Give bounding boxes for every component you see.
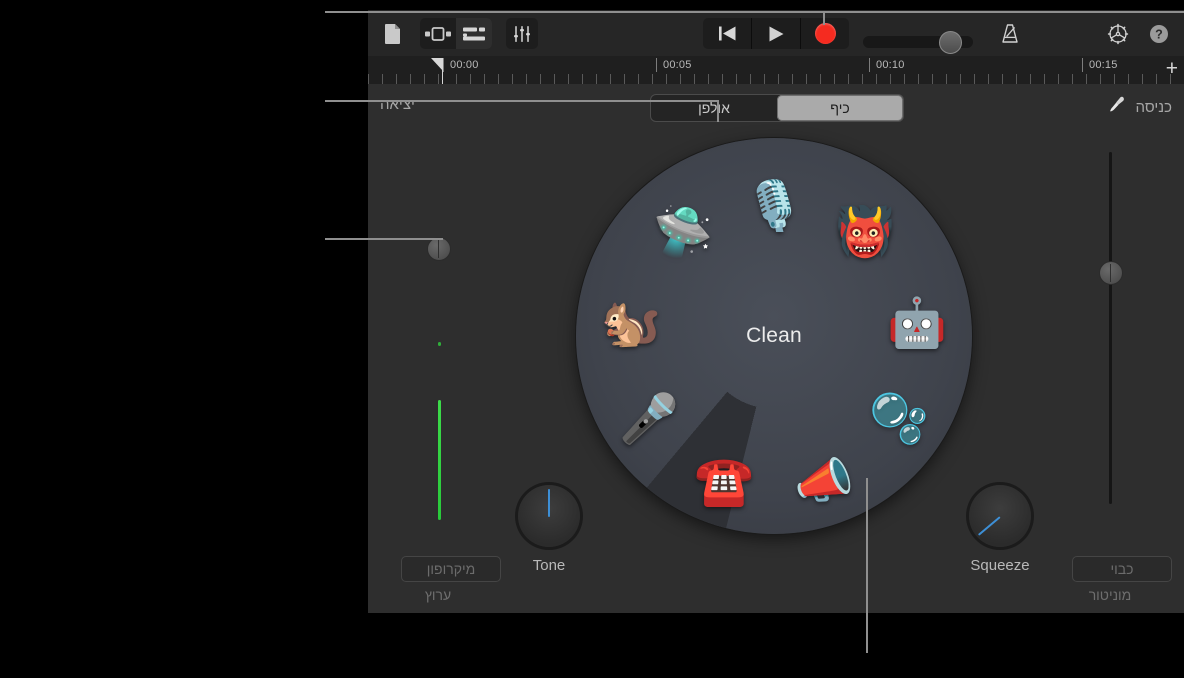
tone-knob-group: Tone bbox=[509, 485, 589, 574]
squeeze-knob-label: Squeeze bbox=[970, 557, 1030, 574]
master-volume-slider[interactable] bbox=[863, 31, 973, 54]
input-fader[interactable] bbox=[418, 152, 458, 524]
main-panel: Clean 🎙️ 👹 🤖 🫧 📣 ☎️ 🎤 🐿️ 🛸 Tone Squeeze bbox=[368, 130, 1184, 613]
instrument-view-button[interactable] bbox=[420, 18, 456, 49]
ruler-label: 00:00 bbox=[443, 58, 479, 72]
record-dot-icon bbox=[814, 23, 836, 44]
tone-knob[interactable] bbox=[518, 485, 580, 547]
output-strip-header: יציאה bbox=[380, 96, 415, 114]
tracks-view-button[interactable] bbox=[456, 18, 492, 49]
callout-record-line bbox=[823, 11, 825, 25]
master-volume-thumb[interactable] bbox=[938, 31, 962, 54]
settings-button[interactable] bbox=[1102, 18, 1134, 49]
callout-tabs-stem bbox=[717, 100, 719, 122]
tab-studio[interactable]: אולפן bbox=[651, 95, 777, 121]
callout-tabs-line bbox=[325, 100, 719, 102]
input-strip-header: כניסה bbox=[1109, 96, 1172, 119]
tab-fun[interactable]: כיף bbox=[777, 95, 903, 121]
output-fader-thumb[interactable] bbox=[1099, 261, 1123, 285]
effects-wheel[interactable]: Clean 🎙️ 👹 🤖 🫧 📣 ☎️ 🎤 🐿️ 🛸 bbox=[576, 138, 972, 534]
toolbar: ? bbox=[368, 10, 1184, 57]
ruler-label: 00:10 bbox=[869, 58, 905, 72]
gear-icon bbox=[1107, 23, 1129, 45]
document-button[interactable] bbox=[378, 18, 408, 49]
wheel-item-alien[interactable]: 🛸 bbox=[644, 194, 722, 272]
document-icon bbox=[385, 23, 401, 44]
wheel-item-bubbles[interactable]: 🫧 bbox=[860, 381, 938, 459]
help-button[interactable]: ? bbox=[1144, 18, 1174, 49]
record-button[interactable] bbox=[801, 18, 849, 49]
tone-knob-indicator bbox=[548, 489, 550, 517]
callout-toolbar-line bbox=[325, 11, 1184, 13]
timeline-ruler[interactable]: 00:00 00:05 00:10 00:15 + bbox=[368, 56, 1184, 85]
microphone-button[interactable]: מיקרופון bbox=[401, 556, 501, 582]
play-button[interactable] bbox=[752, 18, 801, 49]
metronome-icon bbox=[1000, 24, 1020, 43]
rewind-button[interactable] bbox=[703, 18, 752, 49]
rewind-icon bbox=[718, 26, 736, 41]
wheel-item-megaphone[interactable]: 📣 bbox=[785, 443, 863, 521]
view-toggle-group bbox=[420, 18, 492, 49]
metronome-button[interactable] bbox=[994, 18, 1026, 49]
faders-icon bbox=[513, 25, 531, 42]
wheel-item-clean[interactable]: 🎙️ bbox=[735, 168, 813, 246]
wheel-item-monster[interactable]: 👹 bbox=[826, 194, 904, 272]
ruler-label: 00:15 bbox=[1082, 58, 1118, 72]
add-section-button[interactable]: + bbox=[1166, 58, 1178, 79]
wheel-item-chipmunk[interactable]: 🐿️ bbox=[592, 285, 670, 363]
squeeze-knob-group: Squeeze bbox=[960, 485, 1040, 574]
monitor-button[interactable]: כבוי bbox=[1072, 556, 1172, 582]
callout-fader-line bbox=[325, 238, 443, 240]
wheel-item-karaoke[interactable]: 🎤 bbox=[610, 381, 688, 459]
instrument-view-icon bbox=[425, 26, 451, 41]
ruler-ticks bbox=[368, 56, 1184, 84]
tone-knob-label: Tone bbox=[532, 557, 566, 574]
wheel-item-telephone[interactable]: ☎️ bbox=[685, 443, 763, 521]
monitor-label: מוניטור bbox=[1088, 587, 1132, 603]
output-fader-track[interactable] bbox=[1109, 152, 1112, 504]
track-controls-button[interactable] bbox=[506, 18, 538, 49]
input-fader-thumb[interactable] bbox=[427, 237, 451, 261]
input-level-meter bbox=[437, 400, 441, 520]
channel-label: ערוץ bbox=[424, 587, 452, 603]
callout-megaphone-line bbox=[866, 478, 868, 653]
output-fader[interactable] bbox=[1090, 152, 1130, 504]
playhead[interactable] bbox=[431, 58, 443, 84]
microphone-plug-icon bbox=[1109, 96, 1127, 119]
effects-category-tabs: כיף אולפן bbox=[650, 94, 904, 122]
squeeze-knob-indicator bbox=[977, 516, 1001, 536]
svg-text:?: ? bbox=[1155, 27, 1163, 41]
squeeze-knob[interactable] bbox=[969, 485, 1031, 547]
output-label: יציאה bbox=[380, 96, 415, 113]
wheel-item-robot[interactable]: 🤖 bbox=[878, 285, 956, 363]
input-label: כניסה bbox=[1135, 99, 1172, 116]
input-level-peak bbox=[437, 342, 441, 346]
transport-controls bbox=[703, 18, 849, 49]
play-icon bbox=[769, 26, 784, 42]
channel-header-row: כניסה יציאה כיף אולפן bbox=[368, 84, 1184, 130]
tracks-view-icon bbox=[463, 27, 485, 41]
question-mark-icon: ? bbox=[1149, 24, 1169, 44]
ruler-label: 00:05 bbox=[656, 58, 692, 72]
